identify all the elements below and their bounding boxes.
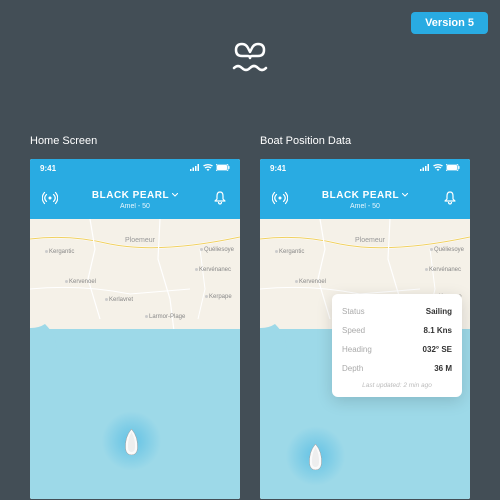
map-label: Kervénanec <box>195 267 231 273</box>
app-header: BLACK PEARL Amel - 50 <box>260 177 470 219</box>
data-row-status: Status Sailing <box>342 302 452 321</box>
data-value: 36 M <box>434 364 452 373</box>
map-label: Quéliesoye <box>430 247 464 253</box>
data-label: Status <box>342 307 365 316</box>
data-row-depth: Depth 36 M <box>342 359 452 378</box>
boat-name-text: BLACK PEARL <box>322 190 399 201</box>
app-logo <box>228 40 272 81</box>
battery-icon <box>446 164 460 173</box>
boat-name-text: BLACK PEARL <box>92 190 169 201</box>
phone-mockup-home: 9:41 BLACK PEARL Amel - 50 <box>30 159 240 499</box>
boat-model-text: Amel - 50 <box>322 203 408 211</box>
boat-model-text: Amel - 50 <box>92 203 178 211</box>
map-label: Kervenoel <box>65 279 96 285</box>
status-time: 9:41 <box>270 164 286 173</box>
screen-label-home: Home Screen <box>30 135 240 147</box>
chevron-down-icon <box>402 193 408 197</box>
battery-icon <box>216 164 230 173</box>
wifi-icon <box>433 164 443 173</box>
wifi-icon <box>203 164 213 173</box>
data-label: Speed <box>342 326 365 335</box>
data-value: Sailing <box>426 307 452 316</box>
map-label: Quéliesoye <box>200 247 234 253</box>
map-view[interactable]: Kergantic Ploemeur Kervenoel Kerlavret K… <box>30 219 240 499</box>
map-label: Kervenoel <box>295 279 326 285</box>
status-bar: 9:41 <box>30 159 240 177</box>
map-label: Larmor-Plage <box>145 314 185 320</box>
header-title[interactable]: BLACK PEARL Amel - 50 <box>322 185 408 211</box>
bell-icon[interactable] <box>442 190 458 206</box>
map-label: Kergantic <box>45 249 74 255</box>
status-bar: 9:41 <box>260 159 470 177</box>
header-title[interactable]: BLACK PEARL Amel - 50 <box>92 185 178 211</box>
status-time: 9:41 <box>40 164 56 173</box>
app-header: BLACK PEARL Amel - 50 <box>30 177 240 219</box>
data-value: 032° SE <box>423 345 452 354</box>
chevron-down-icon <box>172 193 178 197</box>
data-row-speed: Speed 8.1 Kns <box>342 321 452 340</box>
map-label: Kergantic <box>275 249 304 255</box>
data-label: Depth <box>342 364 363 373</box>
map-label: Kervénanec <box>425 267 461 273</box>
last-updated-text: Last updated: 2 min ago <box>342 378 452 389</box>
broadcast-icon[interactable] <box>272 190 288 206</box>
map-label: Kerpape <box>205 294 232 300</box>
broadcast-icon[interactable] <box>42 190 58 206</box>
data-row-heading: Heading 032° SE <box>342 340 452 359</box>
signal-icon <box>420 164 430 173</box>
map-label: Kerlavret <box>105 297 133 303</box>
bell-icon[interactable] <box>212 190 228 206</box>
screen-label-data: Boat Position Data <box>260 135 470 147</box>
position-data-card: Status Sailing Speed 8.1 Kns Heading 032… <box>332 294 462 397</box>
version-badge: Version 5 <box>411 12 488 34</box>
map-label: Ploemeur <box>125 237 155 244</box>
signal-icon <box>190 164 200 173</box>
phone-mockup-data: 9:41 BLACK PEARL Amel - 50 <box>260 159 470 499</box>
map-view[interactable]: Kergantic Ploemeur Kervenoel Kerlavret K… <box>260 219 470 499</box>
boat-marker[interactable] <box>315 444 322 470</box>
data-label: Heading <box>342 345 372 354</box>
boat-marker[interactable] <box>132 429 139 455</box>
data-value: 8.1 Kns <box>424 326 452 335</box>
map-label: Ploemeur <box>355 237 385 244</box>
